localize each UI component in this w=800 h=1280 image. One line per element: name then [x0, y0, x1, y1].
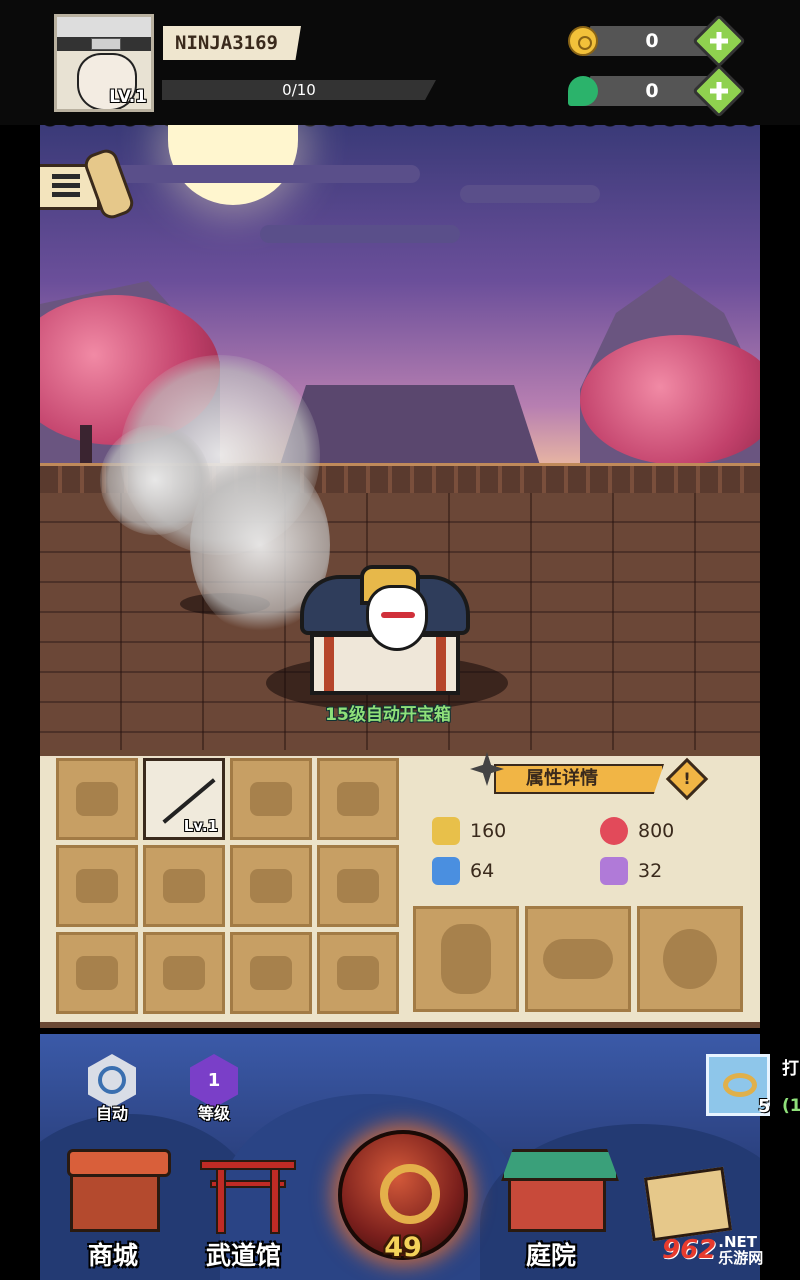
fence-icon — [250, 782, 292, 816]
slot-lucky-cat[interactable] — [637, 906, 743, 1012]
watermark-number: 962 — [662, 1235, 717, 1265]
slot-weapon[interactable]: Lv.1 — [143, 758, 225, 840]
gate-icon — [163, 869, 205, 903]
bag-icon — [250, 869, 292, 903]
slot-helmet[interactable] — [56, 758, 138, 840]
slot-scarf[interactable] — [525, 906, 631, 1012]
nav-dojo[interactable]: 武道馆 — [206, 1236, 281, 1272]
cabinet-icon — [337, 869, 379, 903]
key-card-count: 5 — [758, 1096, 771, 1117]
screen-icon — [250, 956, 292, 990]
add-jade-button[interactable] — [692, 64, 746, 118]
coin-icon — [568, 26, 598, 56]
helmet-icon — [76, 782, 118, 816]
exp-text: 0/10 — [282, 81, 316, 99]
slot-gate[interactable] — [143, 845, 225, 927]
slot-plant[interactable] — [56, 932, 138, 1014]
spiral-icon — [98, 1066, 126, 1094]
watermark-net: .NET — [718, 1233, 758, 1251]
scarf-icon — [543, 939, 613, 979]
slot-cabinet[interactable] — [317, 845, 399, 927]
lucky-cat-icon — [663, 929, 717, 989]
side-progress: (1. — [782, 1096, 800, 1116]
menu-icon — [52, 174, 80, 198]
slot-fence[interactable] — [230, 758, 312, 840]
heart-icon — [600, 817, 628, 845]
coin-resource: 0 — [568, 14, 746, 68]
jade-icon — [568, 76, 598, 106]
add-coin-button[interactable] — [692, 14, 746, 68]
robe-icon — [441, 924, 491, 994]
slot-cushion[interactable] — [317, 758, 399, 840]
slot-pot[interactable] — [56, 845, 138, 927]
stat-speed: 32 — [600, 856, 662, 886]
courtyard-building-icon[interactable] — [508, 1172, 606, 1232]
player-level-badge: LV.1 — [109, 87, 147, 107]
plant-icon — [76, 956, 118, 990]
defense-icon — [432, 857, 460, 885]
top-bar: LV.1 NINJA3169 0/10 0 0 — [0, 0, 800, 125]
cushion-icon — [337, 782, 379, 816]
treasure-chest[interactable] — [300, 555, 470, 700]
key-orb-count: 49 — [384, 1232, 422, 1263]
weapon-level: Lv.1 — [183, 817, 218, 835]
stat-defense: 64 — [432, 856, 494, 886]
side-text: 打 — [782, 1059, 799, 1079]
player-name: NINJA3169 — [163, 26, 301, 60]
nav-courtyard[interactable]: 庭院 — [526, 1236, 576, 1272]
pot-icon — [76, 869, 118, 903]
watermark-cn: 乐游网 — [718, 1249, 764, 1267]
fox-mask-icon — [366, 585, 428, 651]
stat-hp: 800 — [600, 816, 674, 846]
nav-shop[interactable]: 商城 — [88, 1236, 138, 1272]
slot-screen[interactable] — [230, 932, 312, 1014]
menu-button[interactable] — [40, 146, 137, 222]
attribute-details-header[interactable]: 属性详情 — [470, 752, 670, 794]
slot-table[interactable] — [317, 932, 399, 1014]
slot-robe[interactable] — [413, 906, 519, 1012]
torii-gate-icon[interactable] — [200, 1160, 296, 1236]
attribute-details-title: 属性详情 — [494, 764, 664, 794]
attack-icon — [432, 817, 460, 845]
slot-bell[interactable] — [143, 932, 225, 1014]
jade-resource: 0 — [568, 64, 746, 118]
stat-attack: 160 — [432, 816, 506, 846]
boot-icon — [600, 857, 628, 885]
auto-label: 自动 — [95, 1104, 128, 1123]
slot-bag[interactable] — [230, 845, 312, 927]
key-icon — [723, 1073, 757, 1097]
key-icon — [380, 1164, 440, 1224]
shop-building-icon[interactable] — [67, 1149, 171, 1232]
chest-auto-open-label: 15级自动开宝箱 — [325, 705, 451, 725]
site-watermark: 962 .NET 乐游网 — [662, 1228, 794, 1272]
player-avatar[interactable]: LV.1 — [54, 14, 154, 112]
level-label: 等级 — [197, 1104, 230, 1123]
table-icon — [337, 956, 379, 990]
bell-icon — [163, 956, 205, 990]
